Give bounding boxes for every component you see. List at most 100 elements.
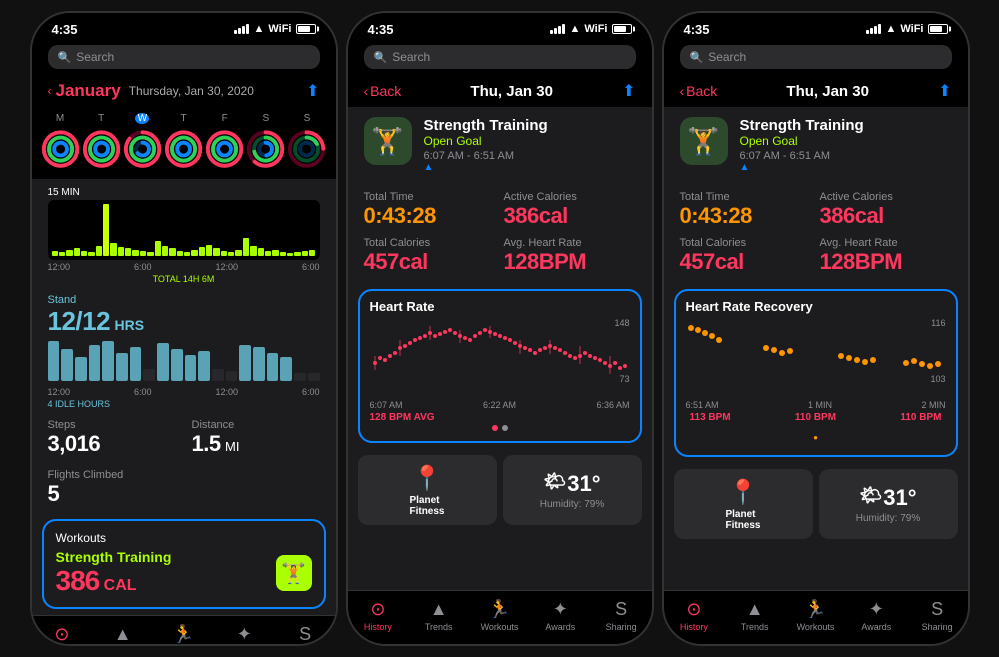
metric-value-tt-3: 0:43:28 xyxy=(680,203,812,229)
tab-workouts-2[interactable]: 🏃 Workouts xyxy=(469,595,530,636)
tab-sharing-2[interactable]: S Sharing xyxy=(591,595,652,636)
search-input-2[interactable]: 🔍 Search xyxy=(364,45,636,69)
day-col-S1[interactable]: S xyxy=(245,113,286,171)
share-icon-2[interactable]: ⬆ xyxy=(622,81,635,101)
tab-sharing-3[interactable]: S Sharing xyxy=(907,595,968,636)
history-icon-1: ⊙ xyxy=(54,624,69,644)
distance-title: Distance xyxy=(192,419,320,431)
tab-sharing-label-3: Sharing xyxy=(922,622,953,632)
metric-active-cal-3: Active Calories 386cal xyxy=(820,191,952,229)
tab-trends-1[interactable]: ▲ Trends xyxy=(92,620,153,644)
map-weather-3: 📍 PlanetFitness 🌤 31° Humidity: 79% xyxy=(664,463,968,545)
tab-awards-label-2: Awards xyxy=(545,622,575,632)
map-label-3: PlanetFitness xyxy=(725,509,760,531)
distance-unit: MI xyxy=(225,439,239,454)
phones-container: 4:35 ▲ WiFi 🔍 Search xyxy=(0,0,999,657)
workouts-section[interactable]: Workouts Strength Training 386 CAL 🏋 xyxy=(42,519,326,609)
workout-icon-large-3: 🏋 xyxy=(680,117,728,165)
weather-temp-3: 31° xyxy=(883,485,916,511)
back-btn-3[interactable]: ‹ Back xyxy=(680,83,718,99)
tab-history-1[interactable]: ⊙ History xyxy=(32,620,93,644)
tab-awards-2[interactable]: ✦ Awards xyxy=(530,595,591,636)
workout-name-2: Strength Training xyxy=(424,117,548,134)
search-input-3[interactable]: 🔍 Search xyxy=(680,45,952,69)
steps-value: 3,016 xyxy=(48,431,176,457)
tab-awards-label-3: Awards xyxy=(861,622,891,632)
day-col-T2[interactable]: T xyxy=(163,113,204,171)
search-label-2: Search xyxy=(392,50,430,64)
tab-trends-2[interactable]: ▲ Trends xyxy=(408,595,469,636)
awards-icon-2: ✦ xyxy=(553,599,568,620)
time-1: 4:35 xyxy=(52,22,78,37)
trends-icon-1: ▲ xyxy=(114,624,132,644)
time-3: 4:35 xyxy=(684,22,710,37)
dot-active-2[interactable] xyxy=(492,425,498,431)
metric-avg-hr-3: Avg. Heart Rate 128BPM xyxy=(820,237,952,275)
workout-icon-large-2: 🏋 xyxy=(364,117,412,165)
hr-max-2: 148 xyxy=(614,318,629,328)
weather-cell-3[interactable]: 🌤 31° Humidity: 79% xyxy=(819,469,958,539)
time-labels: 12:00 6:00 12:00 6:00 xyxy=(48,260,320,274)
dot-inactive-2a[interactable] xyxy=(502,425,508,431)
share-icon-3[interactable]: ⬆ xyxy=(938,81,951,101)
metric-title-hr-3: Avg. Heart Rate xyxy=(820,237,952,249)
metric-value-tc-3: 457cal xyxy=(680,249,812,275)
workouts-icon-2: 🏃 xyxy=(488,599,510,620)
steps-item: Steps 3,016 xyxy=(48,419,176,457)
chart-label: 15 MIN xyxy=(48,187,320,198)
back-chevron-2: ‹ xyxy=(364,83,369,99)
tab-sharing-1[interactable]: S Sharing xyxy=(275,620,336,644)
tab-workouts-1[interactable]: 🏃 Workouts xyxy=(153,620,214,644)
stand-time-labels: 12:00 6:00 12:00 6:00 xyxy=(48,385,320,399)
total-label: TOTAL 14H 6M xyxy=(48,274,320,284)
trends-icon-3: ▲ xyxy=(746,599,764,620)
metrics-grid-3: Total Time 0:43:28 Active Calories 386ca… xyxy=(664,183,968,283)
workout-goal-2: Open Goal xyxy=(424,134,548,148)
status-bar-2: 4:35 ▲ WiFi xyxy=(348,13,652,41)
day-col-M[interactable]: M xyxy=(40,113,81,171)
map-cell-2[interactable]: 📍 PlanetFitness xyxy=(358,455,497,525)
steps-title: Steps xyxy=(48,419,176,431)
metric-value-ac-3: 386cal xyxy=(820,203,952,229)
workout-time-3: 6:07 AM - 6:51 AM xyxy=(740,150,864,162)
phone-3: 4:35 ▲ WiFi 🔍 Search xyxy=(662,11,970,646)
metric-value-hr-3: 128BPM xyxy=(820,249,952,275)
tab-history-3[interactable]: ⊙ History xyxy=(664,595,725,636)
month-name[interactable]: January xyxy=(56,81,121,101)
search-bar-2: 🔍 Search xyxy=(348,41,652,77)
search-bar-1: 🔍 Search xyxy=(32,41,336,77)
tab-workouts-3[interactable]: 🏃 Workouts xyxy=(785,595,846,636)
day-col-W[interactable]: W xyxy=(122,113,163,171)
day-col-S2[interactable]: S xyxy=(286,113,327,171)
tab-trends-label-3: Trends xyxy=(741,622,769,632)
day-col-T1[interactable]: T xyxy=(81,113,122,171)
tab-workouts-label-2: Workouts xyxy=(481,622,519,632)
weather-cell-2[interactable]: 🌤 31° Humidity: 79% xyxy=(503,455,642,525)
back-btn-2[interactable]: ‹ Back xyxy=(364,83,402,99)
map-label-2: PlanetFitness xyxy=(409,495,444,517)
stand-section: Stand 12/12 HRS xyxy=(32,288,336,413)
weather-icon-3: 🌤 xyxy=(859,485,882,506)
activity-section: 15 MIN xyxy=(32,179,336,288)
tab-history-2[interactable]: ⊙ History xyxy=(348,595,409,636)
tab-awards-1[interactable]: ✦ Awards xyxy=(214,620,275,644)
time-2: 4:35 xyxy=(368,22,394,37)
stand-title: Stand xyxy=(48,294,320,306)
tab-trends-3[interactable]: ▲ Trends xyxy=(724,595,785,636)
metric-total-time-2: Total Time 0:43:28 xyxy=(364,191,496,229)
map-cell-3[interactable]: 📍 PlanetFitness xyxy=(674,469,813,539)
share-icon-1[interactable]: ⬆ xyxy=(306,81,319,101)
tab-bar-2: ⊙ History ▲ Trends 🏃 Workouts ✦ Awards S xyxy=(348,590,652,644)
month-back-chevron[interactable]: ‹ xyxy=(48,84,52,98)
workout-card-2: 🏋 Strength Training Open Goal 6:07 AM - … xyxy=(348,107,652,183)
day-col-F[interactable]: F xyxy=(204,113,245,171)
tab-bar-1: ⊙ History ▲ Trends 🏃 Workouts ✦ Awards S xyxy=(32,615,336,644)
tab-awards-3[interactable]: ✦ Awards xyxy=(846,595,907,636)
search-input-1[interactable]: 🔍 Search xyxy=(48,45,320,69)
workout-name-3: Strength Training xyxy=(740,117,864,134)
workout-cal-suffix: CAL xyxy=(104,577,137,594)
workouts-icon-1: 🏃 xyxy=(172,624,194,644)
weather-icon-2: 🌤 xyxy=(543,471,566,492)
hr-chart-title-2: Heart Rate xyxy=(370,299,630,314)
tab-workouts-label-3: Workouts xyxy=(797,622,835,632)
